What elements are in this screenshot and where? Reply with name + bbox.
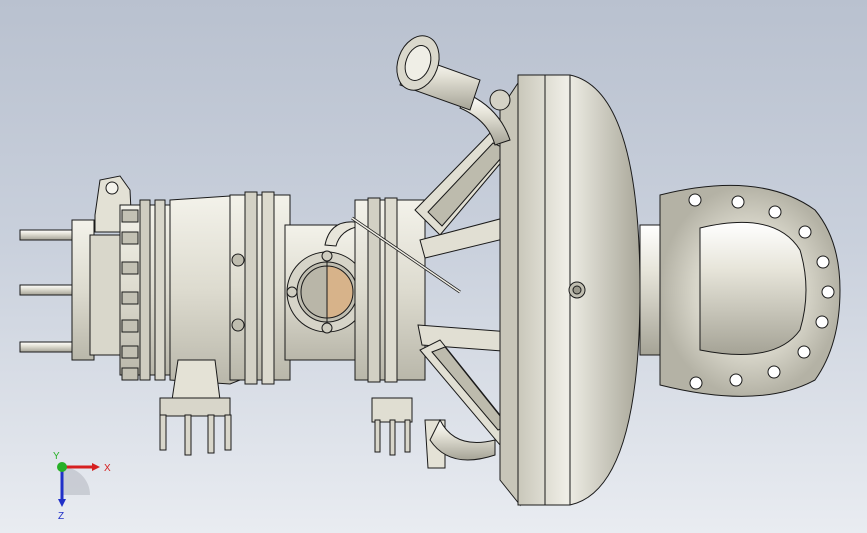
top-intake-pipe [396, 35, 511, 146]
y-axis [57, 462, 67, 472]
y-axis-label: Y [53, 451, 60, 462]
mounting-pins [19, 229, 81, 353]
engine-assembly-model[interactable] [0, 0, 867, 533]
axis-triad: X Y Z [53, 451, 111, 522]
main-housing [159, 191, 291, 456]
disk-housing [499, 74, 641, 507]
outlet-flange [639, 184, 841, 397]
z-axis-label: Z [58, 511, 64, 522]
cad-viewport[interactable]: X Y Z [0, 0, 867, 533]
x-axis-label: X [104, 463, 111, 474]
bolted-flange-stack [119, 199, 176, 381]
